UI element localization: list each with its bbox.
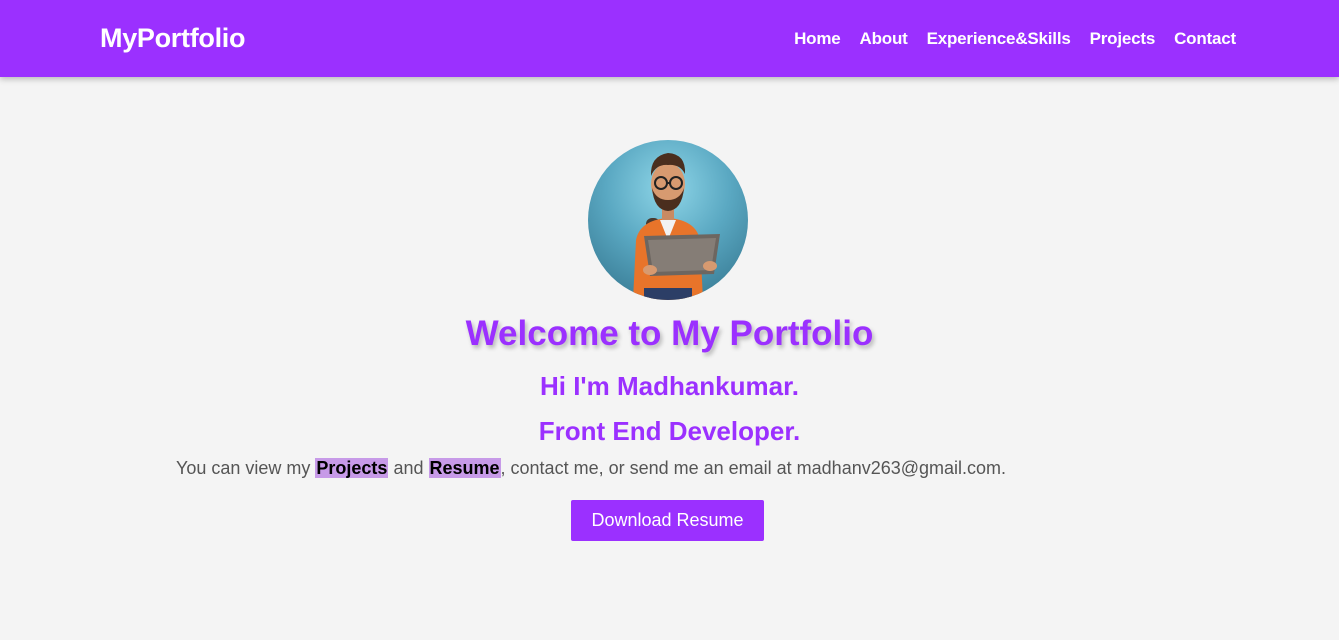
projects-link[interactable]: Projects <box>315 458 389 478</box>
developer-avatar-icon <box>633 153 720 300</box>
nav-links: Home About Experience&Skills Projects Co… <box>775 29 1236 49</box>
brand-logo[interactable]: MyPortfolio <box>100 23 245 54</box>
nav-link-projects[interactable]: Projects <box>1090 29 1156 49</box>
nav-link-about[interactable]: About <box>860 29 908 49</box>
intro-paragraph: You can view my Projects and Resume, con… <box>176 458 1006 479</box>
intro-suffix: , contact me, or send me an email at mad… <box>500 458 1007 478</box>
intro-and: and <box>388 458 429 478</box>
profile-avatar <box>588 140 748 300</box>
greeting-heading: Hi I'm Madhankumar. <box>539 371 800 401</box>
navbar: MyPortfolio Home About Experience&Skills… <box>0 0 1339 77</box>
welcome-heading: Welcome to My Portfolio <box>465 314 874 353</box>
nav-link-contact[interactable]: Contact <box>1174 29 1236 49</box>
role-heading: Front End Developer. <box>538 416 801 446</box>
intro-prefix: You can view my <box>176 458 316 478</box>
nav-link-home[interactable]: Home <box>794 29 841 49</box>
hero-section: Welcome to My Portfolio Hi I'm Madhankum… <box>0 77 1339 640</box>
nav-link-experience-skills[interactable]: Experience&Skills <box>927 29 1071 49</box>
resume-link[interactable]: Resume <box>428 458 501 478</box>
download-resume-button[interactable]: Download Resume <box>571 500 764 541</box>
